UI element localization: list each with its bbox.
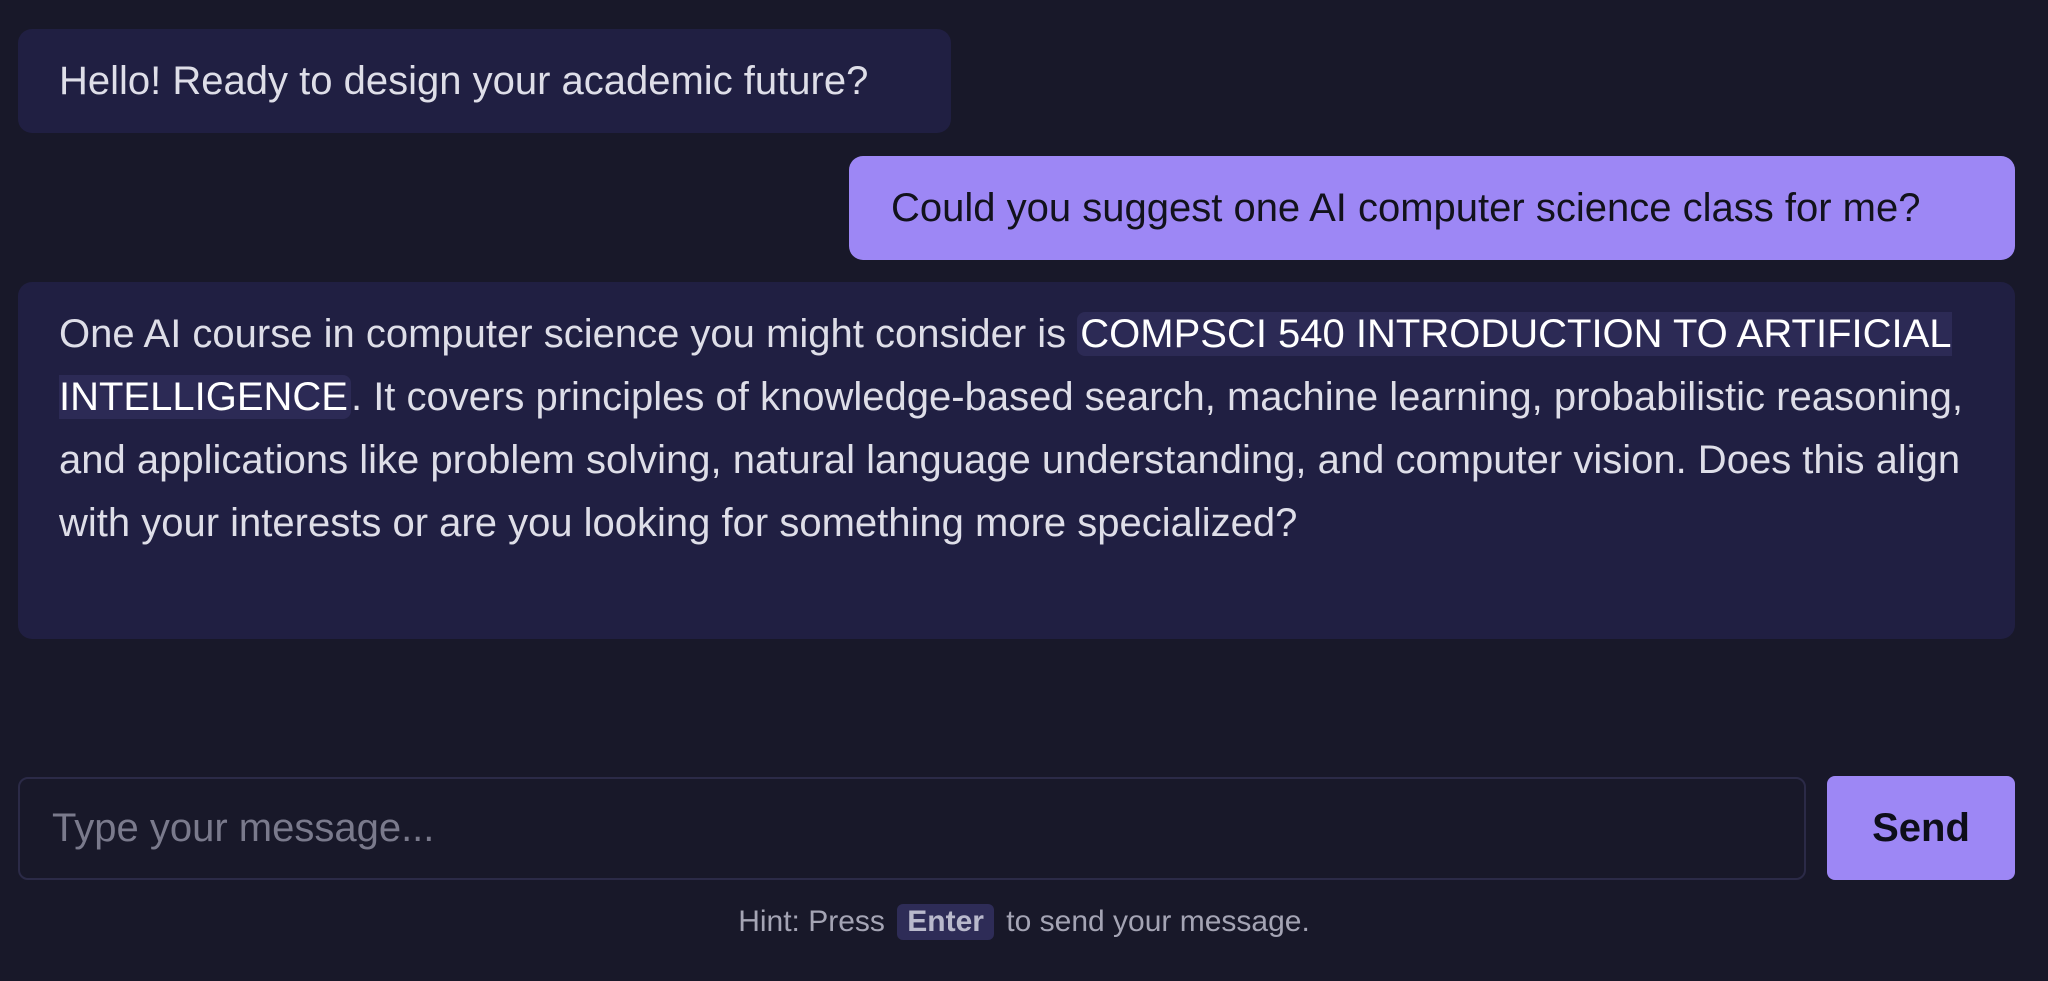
hint-suffix: to send your message. — [1006, 905, 1310, 938]
user-message-text: Could you suggest one AI computer scienc… — [891, 186, 1921, 230]
user-message: Could you suggest one AI computer scienc… — [849, 156, 2015, 260]
hint-prefix: Hint: Press — [738, 905, 885, 938]
assistant-message-answer: One AI course in computer science you mi… — [18, 282, 2015, 639]
answer-intro-text: One AI course in computer science you mi… — [59, 312, 1078, 356]
greeting-text: Hello! Ready to design your academic fut… — [59, 59, 869, 103]
hint-text: Hint: Press Enter to send your message. — [0, 900, 2048, 944]
message-input[interactable] — [18, 777, 1806, 880]
enter-key-badge: Enter — [897, 904, 994, 940]
send-button[interactable]: Send — [1827, 776, 2015, 880]
assistant-message-greeting: Hello! Ready to design your academic fut… — [18, 29, 951, 133]
chat-page: Hello! Ready to design your academic fut… — [0, 0, 2048, 981]
